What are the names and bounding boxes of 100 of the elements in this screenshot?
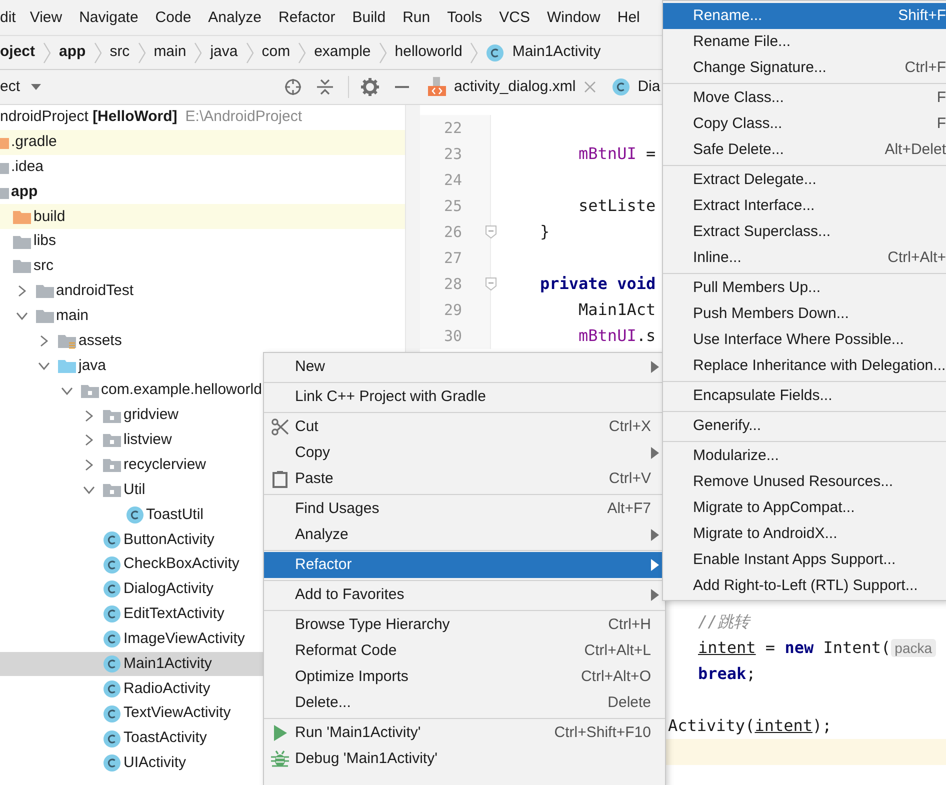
menu-item[interactable]: Debug 'Main1Activity' [264,746,665,772]
chevron-down-icon[interactable] [83,484,95,496]
menu-item[interactable]: Code [155,0,200,36]
settings-icon[interactable] [361,78,379,96]
menu-item[interactable]: Generify... [663,413,946,439]
menu-item[interactable]: Find Usages Alt+F7 [264,496,665,522]
menu-item[interactable]: VCS [499,0,538,36]
line-number: 23 [444,145,462,163]
chevron-right-icon[interactable] [83,410,95,422]
line-number: 24 [444,171,462,189]
xml-file-icon [428,77,446,97]
menu-item[interactable]: Add Right-to-Left (RTL) Support... [663,573,946,599]
tree-row[interactable]: .gradle [0,130,405,155]
breadcrumb-item[interactable]: com [262,41,290,64]
menu-item[interactable]: dit [0,0,30,36]
breadcrumb-item[interactable]: app [59,41,86,64]
breadcrumb-item[interactable]: oject [0,41,36,64]
caret-icon[interactable] [30,83,42,91]
menu-item[interactable]: Copy [264,440,665,466]
breadcrumb-item[interactable]: main [154,41,186,64]
menu-item[interactable]: Remove Unused Resources... [663,469,946,495]
menu-item[interactable]: Rename File... [663,29,946,55]
tree-label: androidTest [56,281,134,302]
chevron-icon [378,42,387,64]
menu-item[interactable]: Navigate [79,0,146,36]
menu-item[interactable]: Link C++ Project with Gradle [264,384,665,410]
menu-item[interactable]: Window [547,0,608,36]
panel-title[interactable]: ect [0,76,20,98]
menu-item[interactable]: Run [402,0,438,36]
class-icon [103,530,121,549]
menu-item[interactable]: Browse Type Hierarchy Ctrl+H [264,612,665,638]
tree-row[interactable]: androidTest [0,278,405,304]
menu-item[interactable]: Paste Ctrl+V [264,466,665,492]
tree-row[interactable]: app [0,180,405,204]
tree-row[interactable]: assets [0,328,405,354]
menu-item[interactable]: Use Interface Where Possible... [663,327,946,353]
tree-label: RadioActivity [124,678,210,699]
menu-item[interactable]: Refactor [264,552,665,578]
menu-item[interactable]: Push Members Down... [663,301,946,327]
menu-item[interactable]: Rename... Shift+F [663,3,946,29]
chevron-icon [470,42,478,64]
menu-item[interactable]: Build [352,0,394,36]
menu-item[interactable]: Delete... Delete [264,690,665,716]
menu-item[interactable]: Modularize... [663,443,946,469]
menu-item[interactable]: Replace Inheritance with Delegation... [663,353,946,379]
menu-item[interactable]: Analyze [208,0,270,36]
breadcrumb-item[interactable]: src [110,41,130,64]
crosshair-icon[interactable] [284,78,302,96]
breadcrumb-item[interactable]: example [314,41,371,64]
chevron-right-icon[interactable] [83,459,95,472]
tree-row[interactable]: ndroidProject [HelloWord] E:\AndroidProject [0,105,405,130]
menu-item[interactable]: Add to Favorites [264,582,665,608]
tree-label: listview [124,430,172,450]
tree-label: .gradle [11,132,57,152]
chevron-right-icon[interactable] [83,434,95,446]
menu-item[interactable]: Run 'Main1Activity' Ctrl+Shift+F10 [264,720,665,746]
line-number: 29 [444,301,462,319]
menu-item[interactable]: Encapsulate Fields... [663,383,946,409]
menu-item[interactable]: View [30,0,70,36]
menu-item[interactable]: Tools [447,0,490,36]
menu-item[interactable]: Analyze [264,522,665,548]
menu-item[interactable]: Extract Superclass... [663,219,946,245]
tree-row[interactable]: src [0,254,405,279]
editor-tab[interactable]: activity_dialog.xml [420,70,604,104]
tree-row[interactable]: build [0,204,405,230]
tree-label: .idea [11,156,44,177]
menu-item[interactable]: Inline... Ctrl+Alt+ [663,245,946,271]
breadcrumb-item[interactable]: java [210,41,238,64]
package-icon [103,482,121,498]
menu-item[interactable]: Cut Ctrl+X [264,414,665,440]
line-number: 27 [444,249,462,267]
menu-item[interactable]: Enable Instant Apps Support... [663,547,946,573]
menu-item[interactable]: New [264,354,665,380]
tree-label: app [11,182,38,202]
fold-icon[interactable] [485,277,497,291]
package-icon [103,408,121,424]
menu-item[interactable]: Safe Delete... Alt+Delet [663,137,946,163]
line-number: 22 [444,119,462,137]
menu-item[interactable]: Extract Interface... [663,193,946,219]
menu-item[interactable]: Migrate to AppCompat... [663,495,946,521]
breadcrumb-item[interactable]: Main1Activity [512,41,601,64]
code-comment: //跳转 [698,612,750,631]
menu-item[interactable]: Refactor [278,0,344,36]
menu-item[interactable]: Pull Members Up... [663,275,946,301]
fold-icon[interactable] [485,225,497,239]
breadcrumb-item[interactable]: helloworld [394,41,462,64]
tree-label: libs [34,231,56,252]
tree-label: EditTextActivity [124,604,224,624]
menu-item[interactable]: Migrate to AndroidX... [663,521,946,547]
chevron-right-icon[interactable] [38,335,50,348]
tree-label: gridview [124,405,179,426]
menu-item[interactable]: Extract Delegate... [663,167,946,193]
chevron-down-icon[interactable] [16,310,28,322]
menu-item[interactable]: Hel [617,0,648,36]
line-number: 26 [444,223,462,241]
tree-row[interactable]: .idea [0,154,405,180]
collapse-icon[interactable] [316,78,334,96]
tree-row[interactable]: libs [0,229,405,254]
tree-row[interactable]: main [0,304,405,329]
menu-item[interactable]: Copy Class... F [663,111,946,137]
